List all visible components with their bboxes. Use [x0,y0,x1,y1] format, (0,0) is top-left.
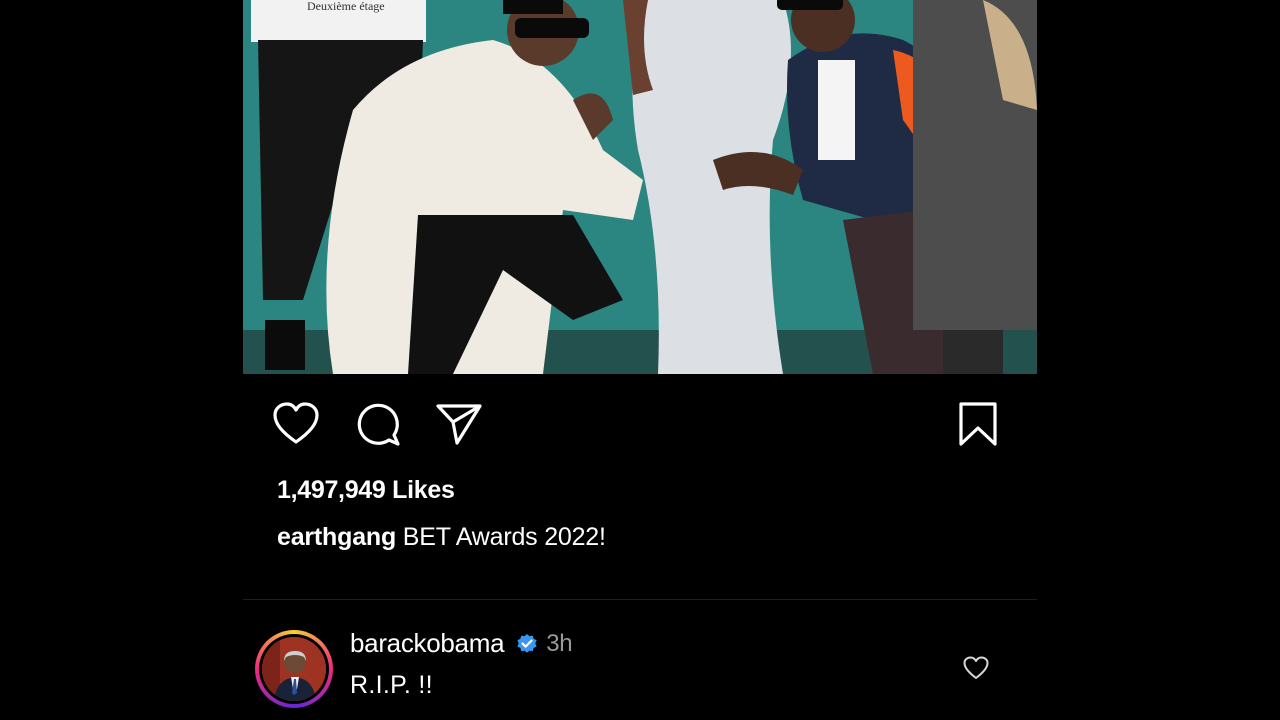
comment-button[interactable] [354,400,402,448]
post-photo[interactable]: Deuxième étage [243,0,1037,374]
action-bar [243,400,1037,448]
comment-username[interactable]: barackobama [350,628,505,659]
post-caption: earthgang BET Awards 2022! [277,523,606,552]
comment-icon [357,403,400,446]
bookmark-icon [959,402,997,446]
avatar-portrait [262,637,326,701]
divider [243,599,1037,600]
heart-icon [963,656,989,679]
like-count[interactable]: 1,497,949 Likes [277,476,455,505]
comment-text: R.I.P. !! [350,671,433,699]
share-button[interactable] [435,400,483,448]
send-icon [436,404,482,445]
comment-item: barackobama 3h R.I.P. !! [243,625,1037,720]
verified-badge-icon [516,633,538,655]
save-button[interactable] [954,400,1002,448]
shirt-text: Deuxième étage [307,0,385,13]
caption-username[interactable]: earthgang [277,523,396,551]
avatar-image [262,637,326,701]
verified-icon [517,633,537,653]
post-photo-illustration: Deuxième étage [243,0,1037,374]
comment-like-button[interactable] [961,653,991,683]
heart-icon [273,402,319,444]
post: Deuxième étage 1,497,949 Likes earthgang… [243,0,1037,720]
like-button[interactable] [272,400,320,448]
comment-header: barackobama 3h [350,628,573,659]
caption-text: BET Awards 2022! [396,523,606,551]
comment-timestamp: 3h [546,629,573,657]
avatar-frame [259,634,329,704]
avatar[interactable] [255,630,333,708]
